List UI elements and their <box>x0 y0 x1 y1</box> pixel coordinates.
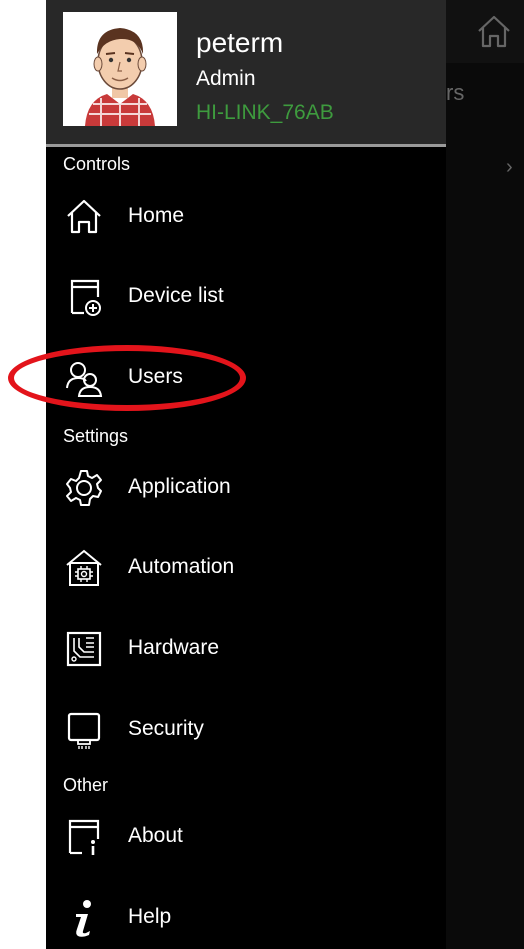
menu-item-label: Help <box>128 905 172 928</box>
annotation-highlight-ring <box>8 345 246 411</box>
menu-item-label: Security <box>128 717 204 740</box>
section-title-settings: Settings <box>63 426 129 446</box>
phone-screen: rs › peterm Admin HI-LINK_76AB Controls … <box>46 0 524 949</box>
network-name: HI-LINK_76AB <box>196 101 334 124</box>
menu-item-device-list[interactable]: Device list <box>46 262 446 332</box>
menu-item-help[interactable]: Help <box>46 883 446 949</box>
menu-item-label: Device list <box>128 284 224 307</box>
device-add-icon <box>64 277 104 317</box>
menu-item-label: Hardware <box>128 636 220 659</box>
security-device-icon <box>64 710 104 750</box>
section-title-other: Other <box>63 775 109 795</box>
drawer-header: peterm Admin HI-LINK_76AB <box>46 0 446 147</box>
automation-house-icon <box>64 548 104 588</box>
about-icon <box>64 817 104 857</box>
menu-item-label: About <box>128 824 183 847</box>
info-icon <box>64 898 104 938</box>
user-name: peterm <box>196 27 284 58</box>
menu-item-security[interactable]: Security <box>46 695 446 765</box>
home-icon <box>64 197 104 237</box>
menu-item-about[interactable]: About <box>46 802 446 872</box>
chevron-right-icon: › <box>506 156 513 178</box>
user-role: Admin <box>196 67 256 90</box>
background-title: rs <box>446 80 465 105</box>
menu-item-home[interactable]: Home <box>46 182 446 252</box>
menu-item-label: Home <box>128 204 185 227</box>
menu-item-label: Automation <box>128 555 235 578</box>
section-title-controls: Controls <box>63 154 131 174</box>
menu-item-hardware[interactable]: Hardware <box>46 614 446 684</box>
menu-item-application[interactable]: Application <box>46 453 446 523</box>
avatar[interactable] <box>63 12 177 126</box>
home-icon[interactable] <box>474 12 514 52</box>
menu-item-label: Application <box>128 475 231 498</box>
circuit-board-icon <box>64 629 104 669</box>
gear-icon <box>64 468 104 508</box>
menu-item-automation[interactable]: Automation <box>46 533 446 603</box>
navigation-drawer: peterm Admin HI-LINK_76AB Controls Home <box>46 0 446 949</box>
